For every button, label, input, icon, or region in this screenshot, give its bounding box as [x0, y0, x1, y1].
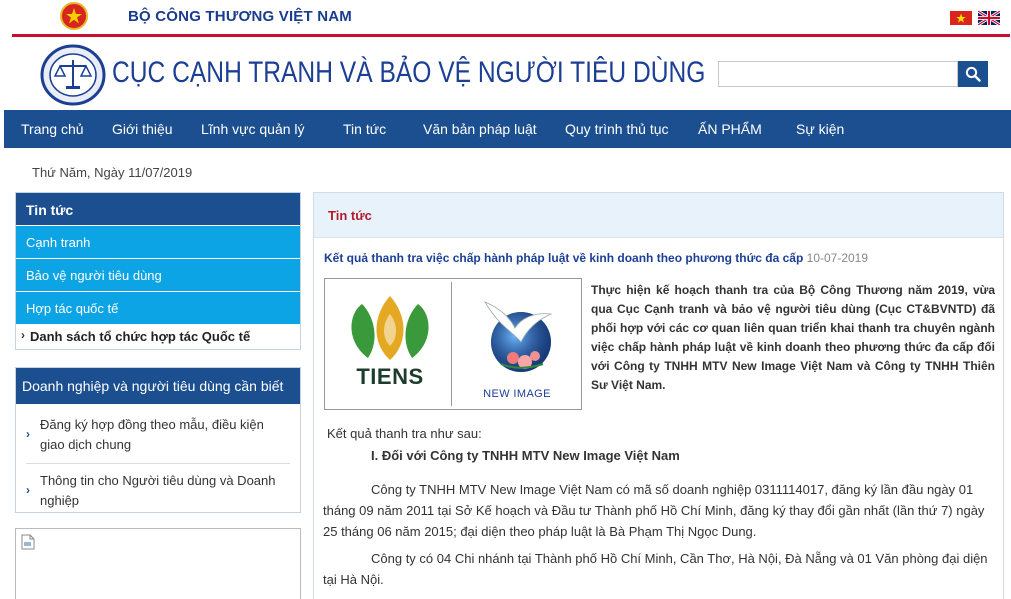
search-input[interactable]	[718, 61, 958, 87]
search-button[interactable]	[958, 61, 988, 87]
nav-about[interactable]: Giới thiệu	[112, 121, 173, 137]
sidebar-item-international-cooperation[interactable]: Hợp tác quốc tế	[16, 291, 300, 324]
new-image-logo: NEW IMAGE	[455, 282, 579, 406]
nav-management-areas[interactable]: Lĩnh vực quản lý	[201, 121, 305, 137]
agency-seal-icon[interactable]	[40, 44, 106, 106]
new-image-wordmark: NEW IMAGE	[483, 388, 551, 400]
sidebar-guide-item[interactable]: Đăng ký hợp đồng theo mẫu, điều kiện gia…	[26, 408, 290, 464]
nav-publications[interactable]: ẤN PHẨM	[698, 121, 762, 137]
nav-legal-documents[interactable]: Văn bản pháp luật	[423, 121, 537, 137]
nav-news[interactable]: Tin tức	[343, 121, 386, 137]
header-divider	[12, 34, 1010, 37]
sidebar-guide: Doanh nghiệp và người tiêu dùng cần biết…	[15, 367, 301, 513]
current-date: Thứ Năm, Ngày 11/07/2019	[32, 165, 193, 180]
article-paragraph: Công ty TNHH MTV New Image Việt Nam có m…	[323, 482, 985, 539]
sidebar-news: Tin tức Cạnh tranh Bảo vệ người tiêu dùn…	[15, 192, 301, 350]
article-title[interactable]: Kết quả thanh tra việc chấp hành pháp lu…	[324, 251, 868, 265]
article-image: TIENS NEW IMAGE	[324, 278, 582, 410]
sidebar-guide-item[interactable]: Thông tin cho Người tiêu dùng và Doanh n…	[26, 464, 290, 519]
sidebar-item-consumer-protection[interactable]: Bảo vệ người tiêu dùng	[16, 258, 300, 291]
sidebar-banner-slot[interactable]	[15, 528, 301, 599]
nav-procedures[interactable]: Quy trình thủ tục	[565, 121, 669, 137]
tiens-logo: TIENS	[328, 282, 452, 406]
sidebar-news-heading[interactable]: Tin tức	[16, 193, 300, 225]
sidebar-guide-heading[interactable]: Doanh nghiệp và người tiêu dùng cần biết	[16, 368, 300, 404]
result-lead: Kết quả thanh tra như sau:	[327, 426, 482, 441]
article-date: 10-07-2019	[806, 251, 869, 265]
section-heading: I. Đối với Công ty TNHH MTV New Image Vi…	[371, 448, 680, 463]
nav-events[interactable]: Sự kiện	[796, 121, 844, 137]
tiens-wordmark: TIENS	[356, 364, 424, 389]
article-paragraph: Công ty có 04 Chi nhánh tại Thành phố Hồ…	[323, 551, 988, 587]
top-strip: BỘ CÔNG THƯƠNG VIỆT NAM	[0, 0, 1011, 34]
ministry-name[interactable]: BỘ CÔNG THƯƠNG VIỆT NAM	[128, 8, 352, 25]
vietnam-flag-icon[interactable]	[950, 11, 972, 25]
uk-flag-icon[interactable]	[978, 11, 1000, 25]
article-intro: Thực hiện kế hoạch thanh tra của Bộ Công…	[591, 283, 995, 392]
national-emblem-icon	[60, 2, 88, 30]
nav-home[interactable]: Trang chủ	[21, 121, 84, 137]
main-nav: Trang chủ Giới thiệu Lĩnh vực quản lý Ti…	[4, 110, 1011, 148]
sidebar-subitem-partner-list[interactable]: Danh sách tổ chức hợp tác Quốc tế	[16, 324, 300, 349]
tiens-leaf-icon	[351, 296, 429, 360]
article-title-text[interactable]: Kết quả thanh tra việc chấp hành pháp lu…	[324, 251, 803, 265]
search-icon	[965, 66, 981, 82]
site-title[interactable]: CỤC CẠNH TRANH VÀ BẢO VỆ NGƯỜI TIÊU DÙNG	[112, 56, 705, 90]
section-title[interactable]: Tin tức	[314, 193, 1003, 238]
broken-image-icon	[21, 534, 35, 550]
dove-globe-icon	[484, 301, 553, 372]
sidebar-item-competition[interactable]: Cạnh tranh	[16, 225, 300, 258]
